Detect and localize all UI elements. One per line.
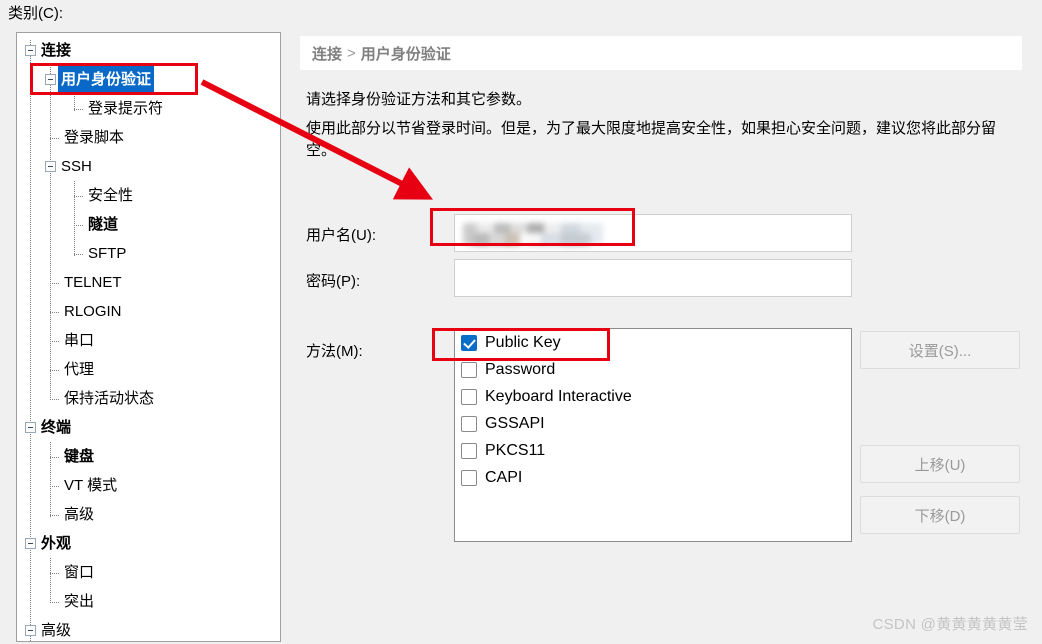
method-option-5[interactable]: CAPI bbox=[455, 464, 851, 491]
tree-item-label: SSH bbox=[61, 158, 92, 175]
category-tree[interactable]: 连接 用户身份验证 登录提示符 登录脚本 SSH 安全性 隧道 SFTP TELNET RLOGI… bbox=[17, 33, 280, 641]
tree-item-13[interactable]: 终端 bbox=[17, 413, 74, 442]
tree-item-14[interactable]: 键盘 bbox=[17, 442, 97, 471]
checkbox-icon[interactable] bbox=[461, 415, 477, 432]
tree-item-label: 串口 bbox=[64, 332, 95, 349]
annotation-box-username bbox=[430, 208, 635, 246]
tree-item-label: 突出 bbox=[64, 593, 95, 610]
csdn-watermark: CSDN @黄黄黄黄黄莹 bbox=[872, 616, 1028, 633]
annotation-box-public-key bbox=[432, 328, 610, 361]
collapse-icon[interactable] bbox=[25, 625, 36, 636]
tree-item-17[interactable]: 外观 bbox=[17, 529, 74, 558]
tree-item-6[interactable]: 隧道 bbox=[17, 210, 121, 239]
collapse-icon[interactable] bbox=[25, 45, 36, 56]
method-option-2[interactable]: Keyboard Interactive bbox=[455, 383, 851, 410]
tree-item-label: 窗口 bbox=[64, 564, 95, 581]
methods-label: 方法(M): bbox=[306, 343, 363, 360]
tree-item-10[interactable]: 串口 bbox=[17, 326, 97, 355]
tree-item-9[interactable]: RLOGIN bbox=[17, 297, 125, 326]
tree-item-label: 高级 bbox=[41, 622, 72, 639]
method-option-label: GSSAPI bbox=[485, 414, 545, 432]
tree-item-label: 登录脚本 bbox=[64, 129, 125, 146]
username-label: 用户名(U): bbox=[306, 227, 376, 244]
breadcrumb-current: 用户身份验证 bbox=[360, 45, 451, 63]
tree-item-11[interactable]: 代理 bbox=[17, 355, 97, 384]
tree-item-label: 连接 bbox=[41, 42, 72, 59]
tree-item-8[interactable]: TELNET bbox=[17, 268, 125, 297]
tree-item-15[interactable]: VT 模式 bbox=[17, 471, 120, 500]
category-tree-panel[interactable]: 连接 用户身份验证 登录提示符 登录脚本 SSH 安全性 隧道 SFTP TELNET RLOGI… bbox=[16, 32, 281, 642]
tree-item-label: RLOGIN bbox=[64, 303, 122, 320]
annotation-box-tree-item bbox=[30, 63, 198, 95]
tree-item-label: 代理 bbox=[64, 361, 95, 378]
tree-item-label: SFTP bbox=[88, 245, 127, 262]
method-option-label: Keyboard Interactive bbox=[485, 387, 632, 405]
tree-item-20[interactable]: 高级 bbox=[17, 616, 74, 641]
tree-item-7[interactable]: SFTP bbox=[17, 239, 129, 268]
tree-item-2[interactable]: 登录提示符 bbox=[17, 94, 166, 123]
tree-item-label: 登录提示符 bbox=[88, 100, 164, 117]
tree-item-label: 高级 bbox=[64, 506, 95, 523]
checkbox-icon[interactable] bbox=[461, 442, 477, 459]
tree-item-4[interactable]: SSH bbox=[17, 152, 95, 181]
tree-item-label: 键盘 bbox=[64, 448, 95, 465]
method-option-label: Password bbox=[485, 360, 556, 378]
checkbox-icon[interactable] bbox=[461, 388, 477, 405]
collapse-icon[interactable] bbox=[25, 422, 36, 433]
method-option-4[interactable]: PKCS11 bbox=[455, 437, 851, 464]
tree-item-label: 保持活动状态 bbox=[64, 390, 155, 407]
checkbox-icon[interactable] bbox=[461, 469, 477, 486]
tree-item-label: 外观 bbox=[41, 535, 72, 552]
method-option-3[interactable]: GSSAPI bbox=[455, 410, 851, 437]
method-option-label: PKCS11 bbox=[485, 441, 546, 459]
move-up-button[interactable]: 上移(U) bbox=[860, 445, 1020, 483]
method-option-label: CAPI bbox=[485, 468, 523, 486]
collapse-icon[interactable] bbox=[45, 161, 56, 172]
tree-item-19[interactable]: 突出 bbox=[17, 587, 97, 616]
move-down-button[interactable]: 下移(D) bbox=[860, 496, 1020, 534]
category-label: 类别(C): bbox=[8, 5, 63, 22]
password-label: 密码(P): bbox=[306, 273, 361, 290]
description-line-1: 请选择身份验证方法和其它参数。 bbox=[306, 91, 532, 108]
tree-item-16[interactable]: 高级 bbox=[17, 500, 97, 529]
settings-button[interactable]: 设置(S)... bbox=[860, 331, 1020, 369]
tree-item-label: 终端 bbox=[41, 419, 72, 436]
collapse-icon[interactable] bbox=[25, 538, 36, 549]
breadcrumb: 连接 > 用户身份验证 bbox=[300, 36, 1022, 70]
tree-item-5[interactable]: 安全性 bbox=[17, 181, 136, 210]
tree-item-0[interactable]: 连接 bbox=[17, 36, 74, 65]
tree-item-label: VT 模式 bbox=[64, 477, 118, 494]
password-input[interactable] bbox=[454, 259, 852, 297]
description-line-2: 使用此部分以节省登录时间。但是，为了最大限度地提高安全性，如果担心安全问题，建议… bbox=[306, 120, 997, 159]
tree-item-3[interactable]: 登录脚本 bbox=[17, 123, 127, 152]
breadcrumb-root: 连接 bbox=[312, 45, 343, 63]
tree-item-label: TELNET bbox=[64, 274, 122, 291]
tree-item-label: 安全性 bbox=[88, 187, 134, 204]
tree-item-12[interactable]: 保持活动状态 bbox=[17, 384, 157, 413]
tree-item-label: 隧道 bbox=[88, 216, 119, 233]
breadcrumb-separator: > bbox=[347, 44, 356, 62]
tree-item-18[interactable]: 窗口 bbox=[17, 558, 97, 587]
checkbox-icon[interactable] bbox=[461, 361, 477, 378]
